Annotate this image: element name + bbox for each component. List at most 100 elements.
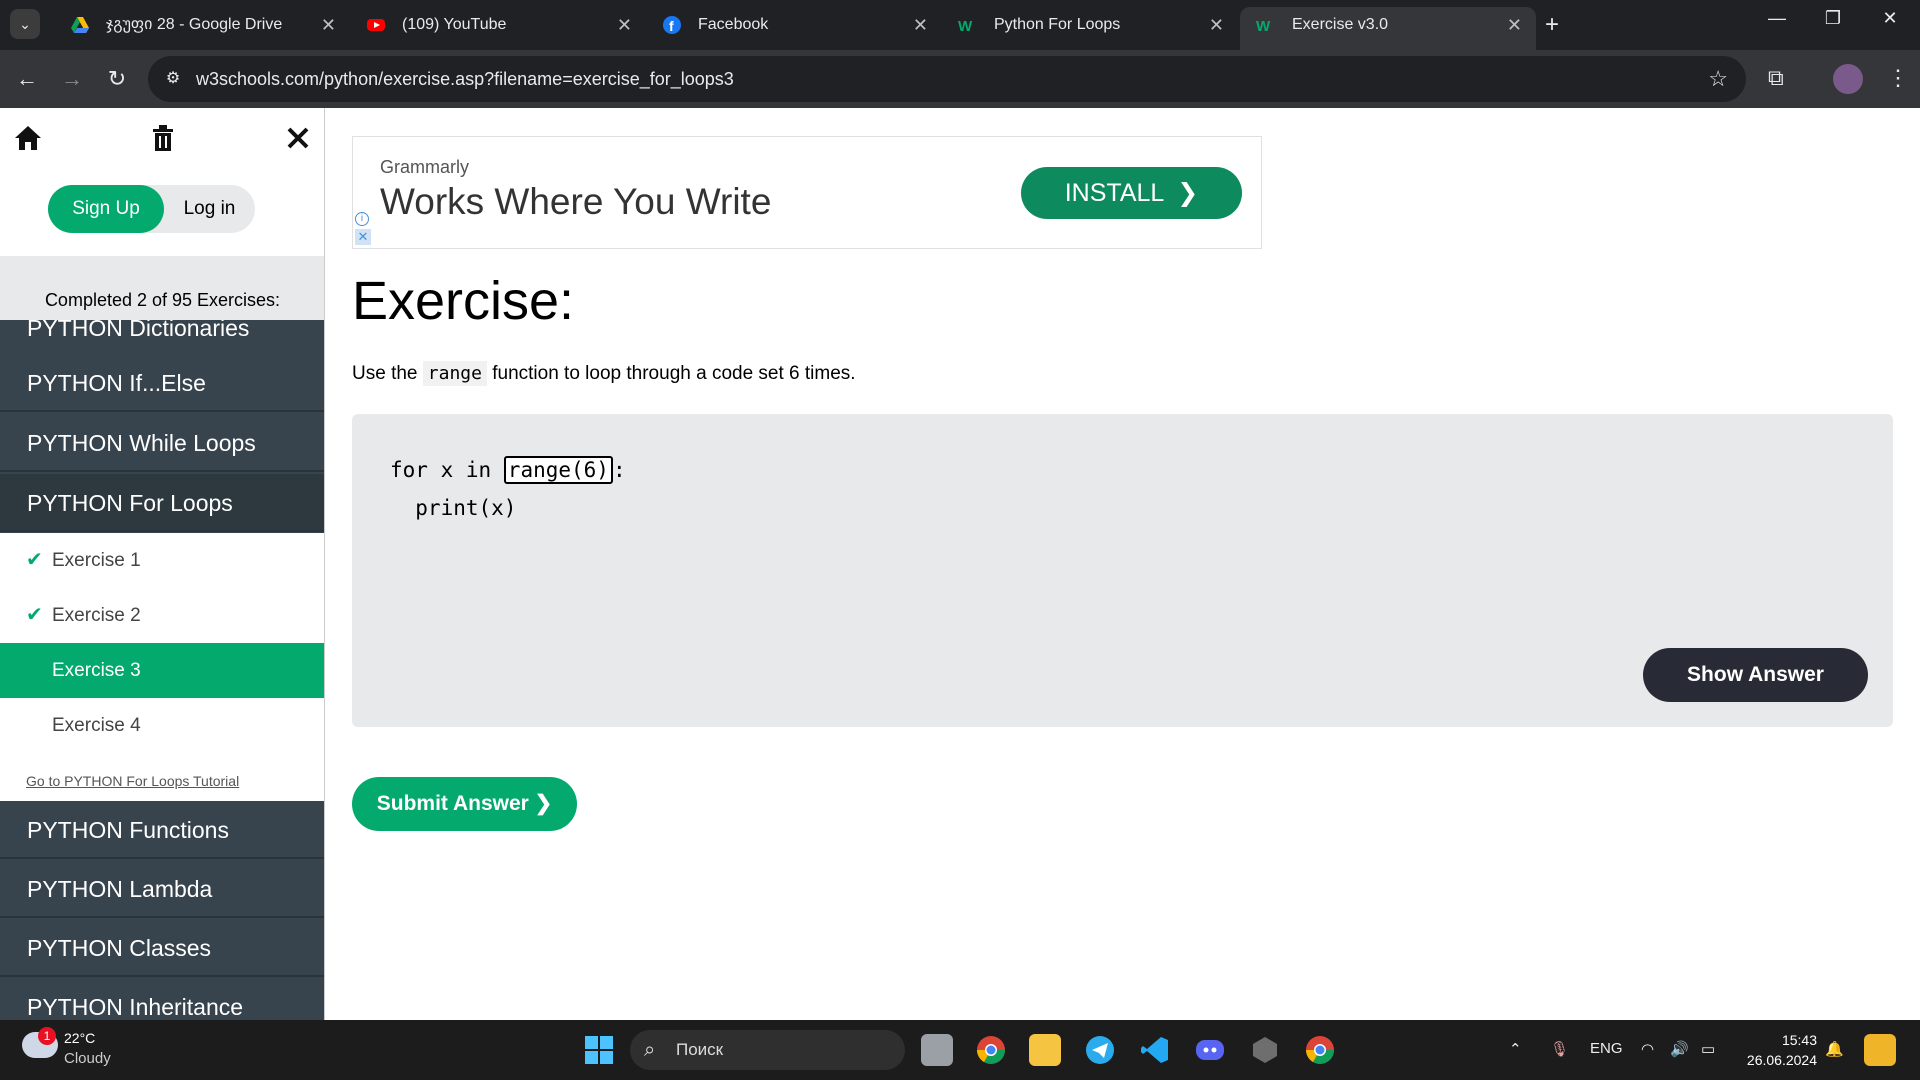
back-icon[interactable]: ← — [10, 62, 44, 96]
site-info-icon[interactable]: ⚙ — [162, 68, 184, 90]
chrome-active-icon[interactable] — [1304, 1034, 1336, 1066]
svg-text:W: W — [958, 18, 973, 35]
file-explorer-icon[interactable] — [1029, 1034, 1061, 1066]
close-icon[interactable]: ✕ — [321, 7, 336, 43]
tray-chevron-icon[interactable]: ⌃ — [1509, 1040, 1522, 1058]
sidebar-item-while-loops[interactable]: PYTHON While Loops — [0, 414, 324, 472]
windows-start-icon[interactable] — [583, 1034, 615, 1066]
ad-install-label: INSTALL — [1064, 179, 1164, 207]
ad-install-button[interactable]: INSTALL ❯ — [1021, 167, 1242, 219]
youtube-icon — [367, 19, 385, 31]
clock-date: 26.06.2024 — [1746, 1052, 1817, 1068]
answer-input[interactable]: range(6) — [503, 456, 613, 484]
tutorial-link[interactable]: Go to PYTHON For Loops Tutorial — [26, 773, 239, 789]
exercise-item-2[interactable]: ✔ Exercise 2 — [0, 588, 324, 643]
code-text: for x in — [390, 458, 504, 482]
language-indicator[interactable]: ENG — [1590, 1040, 1623, 1057]
auth-toggle: Sign Up Log in — [48, 185, 255, 233]
sidebar-item-if-else[interactable]: PYTHON If...Else — [0, 354, 324, 412]
exercise-item-3[interactable]: Exercise 3 — [0, 643, 324, 698]
instruction-text: Use the — [352, 363, 418, 384]
sidebar-item-classes[interactable]: PYTHON Classes — [0, 919, 324, 977]
task-view-icon[interactable] — [921, 1034, 953, 1066]
taskbar-search[interactable]: ⌕ Поиск — [630, 1030, 905, 1070]
grammarly-ad[interactable]: Grammarly Works Where You Write INSTALL … — [352, 136, 1262, 249]
tab-title: (109) YouTube — [402, 16, 507, 33]
close-icon[interactable] — [286, 126, 310, 150]
google-drive-icon — [71, 17, 89, 33]
exercise-label: Exercise 3 — [52, 660, 141, 681]
chevron-right-icon: ❯ — [1170, 179, 1199, 207]
forward-icon[interactable]: → — [55, 62, 89, 96]
copilot-icon[interactable] — [1864, 1034, 1896, 1066]
svg-text:f: f — [669, 18, 674, 34]
weather-desc: Cloudy — [64, 1050, 111, 1067]
reload-icon[interactable]: ↻ — [100, 62, 134, 96]
tab-title: ჯგუფი 28 - Google Drive — [106, 16, 283, 33]
taskbar-clock[interactable]: 15:43 26.06.2024 — [1743, 1030, 1817, 1070]
microphone-icon[interactable]: 🎙 — [1550, 1040, 1569, 1058]
tab-facebook[interactable]: f Facebook ✕ — [646, 7, 942, 43]
instruction-code: range — [422, 361, 487, 386]
weather-temp: 22°C — [64, 1030, 96, 1046]
window-close-icon[interactable]: ✕ — [1870, 8, 1910, 29]
windows-taskbar: 1 22°C Cloudy ⌕ Поиск ⌃ 🎙 ENG ◠ 🔊 ▭ 15:4… — [0, 1020, 1920, 1080]
code-text: : — [612, 458, 626, 482]
sidebar-item-dictionaries[interactable]: PYTHON Dictionaries — [0, 320, 324, 358]
submit-answer-button[interactable]: Submit Answer ❯ — [352, 777, 577, 831]
exercise-item-4[interactable]: Exercise 4 — [0, 698, 324, 753]
sidebar-item-lambda[interactable]: PYTHON Lambda — [0, 860, 324, 918]
tab-google-drive[interactable]: ჯგუფი 28 - Google Drive ✕ — [54, 7, 350, 43]
sidebar-item-for-loops[interactable]: PYTHON For Loops — [0, 474, 324, 532]
address-bar[interactable]: ⚙ w3schools.com/python/exercise.asp?file… — [148, 56, 1746, 102]
chrome-icon[interactable] — [975, 1034, 1007, 1066]
exercise-sidebar: Sign Up Log in Completed 2 of 95 Exercis… — [0, 108, 325, 1020]
svg-text:W: W — [1256, 18, 1271, 35]
tab-title: Facebook — [698, 16, 769, 33]
vscode-icon[interactable] — [1139, 1034, 1171, 1066]
restore-icon[interactable]: ❐ — [1813, 8, 1853, 29]
menu-dots-icon[interactable]: ⋮ — [1887, 65, 1909, 91]
sidebar-item-inheritance[interactable]: PYTHON Inheritance — [0, 978, 324, 1020]
extensions-icon[interactable]: ⧉ — [1768, 65, 1784, 91]
search-icon: ⌕ — [644, 1039, 656, 1061]
tab-title: Exercise v3.0 — [1292, 16, 1389, 33]
tab-python-for-loops[interactable]: W Python For Loops ✕ — [942, 7, 1238, 43]
exercise-instruction: Use the range function to loop through a… — [352, 361, 856, 386]
close-icon[interactable]: ✕ — [1209, 7, 1224, 43]
ad-close-icon[interactable]: ✕ — [355, 229, 371, 245]
new-tab-button[interactable]: + — [1545, 10, 1559, 40]
check-icon: ✔ — [26, 549, 43, 571]
exercise-label: Exercise 2 — [52, 605, 141, 626]
tab-exercise[interactable]: W Exercise v3.0 ✕ — [1240, 7, 1536, 50]
trash-icon[interactable] — [150, 124, 176, 152]
home-icon[interactable] — [14, 124, 42, 152]
exercise-label: Exercise 4 — [52, 715, 141, 736]
close-icon[interactable]: ✕ — [617, 7, 632, 43]
url-text[interactable]: w3schools.com/python/exercise.asp?filena… — [196, 56, 734, 102]
w3schools-icon: W — [958, 18, 973, 35]
battery-icon[interactable]: ▭ — [1701, 1040, 1715, 1058]
discord-icon[interactable] — [1194, 1034, 1226, 1066]
minimize-icon[interactable]: — — [1757, 8, 1797, 29]
ad-info-icon[interactable]: i — [355, 212, 369, 226]
tab-youtube[interactable]: (109) YouTube ✕ — [350, 7, 646, 43]
code-line-1: for x in range(6): — [390, 456, 626, 484]
notification-bell-icon[interactable]: 🔔 — [1825, 1040, 1844, 1058]
close-icon[interactable]: ✕ — [913, 7, 928, 43]
sidebar-header: Sign Up Log in — [0, 108, 324, 256]
volume-icon[interactable]: 🔊 — [1670, 1040, 1689, 1058]
wifi-icon[interactable]: ◠ — [1641, 1040, 1654, 1058]
sidebar-item-functions[interactable]: PYTHON Functions — [0, 801, 324, 859]
profile-avatar[interactable] — [1833, 64, 1863, 94]
tab-search-button[interactable]: ⌄ — [10, 9, 40, 39]
browser-tab-bar: ⌄ ჯგუფი 28 - Google Drive ✕ (109) YouTub… — [0, 0, 1920, 50]
close-icon[interactable]: ✕ — [1507, 7, 1522, 43]
bookmark-star-icon[interactable]: ☆ — [1708, 66, 1728, 92]
log-in-button[interactable]: Log in — [164, 185, 255, 233]
telegram-icon[interactable] — [1084, 1034, 1116, 1066]
app-icon[interactable] — [1249, 1034, 1281, 1066]
exercise-item-1[interactable]: ✔ Exercise 1 — [0, 533, 324, 588]
show-answer-button[interactable]: Show Answer — [1643, 648, 1868, 702]
sign-up-button[interactable]: Sign Up — [48, 185, 164, 233]
